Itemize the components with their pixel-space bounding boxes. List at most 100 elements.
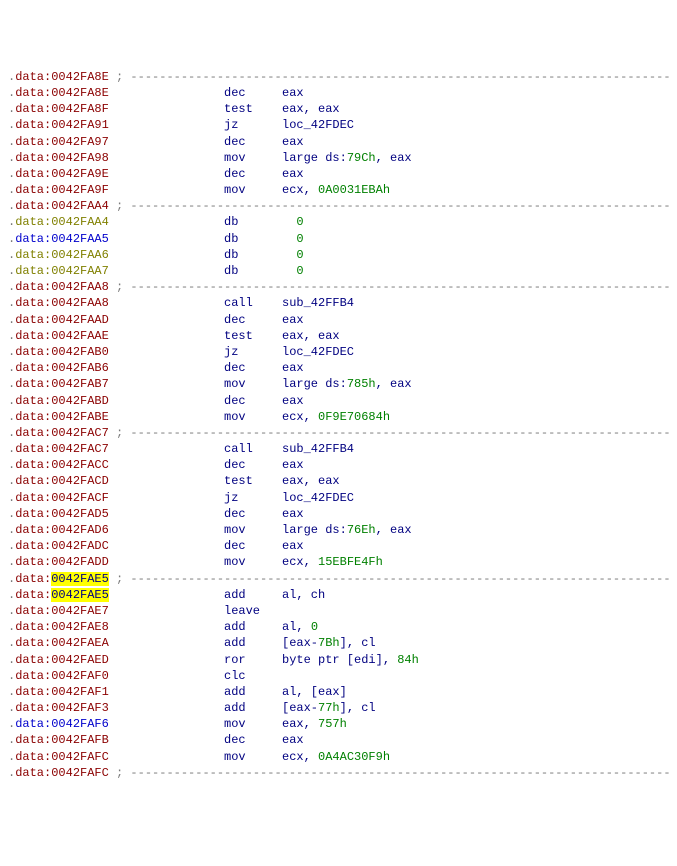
operand: eax bbox=[282, 135, 304, 149]
asm-line[interactable]: .data:0042FAA8callsub_42FFB4 bbox=[8, 295, 669, 311]
address[interactable]: 0042FABE bbox=[51, 410, 109, 424]
asm-line[interactable]: .data:0042FA97deceax bbox=[8, 134, 669, 150]
asm-line[interactable]: .data:0042FACCdeceax bbox=[8, 457, 669, 473]
segment-prefix: data:0042FAC7 bbox=[15, 426, 109, 440]
asm-line[interactable]: .data:0042FA91jzloc_42FDEC bbox=[8, 117, 669, 133]
address[interactable]: 0042FAB0 bbox=[51, 345, 109, 359]
asm-line[interactable]: .data:0042FAADdeceax bbox=[8, 312, 669, 328]
address[interactable]: 0042FACF bbox=[51, 491, 109, 505]
asm-line[interactable]: .data:0042FAAEtesteax, eax bbox=[8, 328, 669, 344]
address[interactable]: 0042FA91 bbox=[51, 118, 109, 132]
asm-line[interactable]: .data:0042FAEDrorbyte ptr [edi], 84h bbox=[8, 652, 669, 668]
address[interactable]: 0042FAC7 bbox=[51, 442, 109, 456]
address[interactable]: 0042FAA7 bbox=[51, 264, 109, 278]
asm-line[interactable]: .data:0042FAFCmovecx, 0A4AC30F9h bbox=[8, 749, 669, 765]
asm-line[interactable]: .data:0042FA9Edeceax bbox=[8, 166, 669, 182]
asm-line[interactable]: .data:0042FAD6movlarge ds:76Eh, eax bbox=[8, 522, 669, 538]
asm-line[interactable]: .data:0042FADCdeceax bbox=[8, 538, 669, 554]
asm-line[interactable]: .data:0042FAE8addal, 0 bbox=[8, 619, 669, 635]
asm-line[interactable]: .data:0042FAB0jzloc_42FDEC bbox=[8, 344, 669, 360]
address[interactable]: 0042FAD5 bbox=[51, 507, 109, 521]
address[interactable]: 0042FA98 bbox=[51, 151, 109, 165]
separator-comment: ; --------------------------------------… bbox=[109, 280, 671, 294]
address[interactable]: 0042FA8E bbox=[51, 70, 109, 84]
segment-prefix: data:0042FAFC bbox=[15, 750, 109, 764]
address[interactable]: 0042FAF6 bbox=[51, 717, 109, 731]
mnemonic: dec bbox=[224, 506, 282, 522]
address[interactable]: 0042FAF0 bbox=[51, 669, 109, 683]
address[interactable]: 0042FADD bbox=[51, 555, 109, 569]
asm-line[interactable]: .data:0042FA8Edeceax bbox=[8, 85, 669, 101]
mnemonic: add bbox=[224, 587, 282, 603]
dot: . bbox=[8, 669, 15, 683]
address[interactable]: 0042FAA8 bbox=[51, 296, 109, 310]
address[interactable]: 0042FA8F bbox=[51, 102, 109, 116]
asm-line[interactable]: .data:0042FAA4db 0 bbox=[8, 214, 669, 230]
address[interactable]: 0042FAB6 bbox=[51, 361, 109, 375]
address[interactable]: 0042FACC bbox=[51, 458, 109, 472]
address[interactable]: 0042FADC bbox=[51, 539, 109, 553]
asm-line[interactable]: .data:0042FAC7 ; -----------------------… bbox=[8, 425, 669, 441]
asm-line[interactable]: .data:0042FAF1addal, [eax] bbox=[8, 684, 669, 700]
asm-line[interactable]: .data:0042FA8E ; -----------------------… bbox=[8, 69, 669, 85]
address[interactable]: 0042FAD6 bbox=[51, 523, 109, 537]
asm-line[interactable]: .data:0042FABDdeceax bbox=[8, 393, 669, 409]
asm-line[interactable]: .data:0042FAA5db 0 bbox=[8, 231, 669, 247]
segment-prefix: data:0042FABD bbox=[15, 394, 109, 408]
address[interactable]: 0042FAA5 bbox=[51, 232, 109, 246]
address[interactable]: 0042FAAE bbox=[51, 329, 109, 343]
segment-prefix: data:0042FA98 bbox=[15, 151, 109, 165]
address[interactable]: 0042FAB7 bbox=[51, 377, 109, 391]
operand: eax, bbox=[282, 717, 318, 731]
address[interactable]: 0042FAFB bbox=[51, 733, 109, 747]
address[interactable]: 0042FAED bbox=[51, 653, 109, 667]
asm-line[interactable]: .data:0042FAC7callsub_42FFB4 bbox=[8, 441, 669, 457]
asm-line[interactable]: .data:0042FAE7leave bbox=[8, 603, 669, 619]
asm-line[interactable]: .data:0042FADDmovecx, 15EBFE4Fh bbox=[8, 554, 669, 570]
asm-line[interactable]: .data:0042FAA4 ; -----------------------… bbox=[8, 198, 669, 214]
mnemonic: dec bbox=[224, 312, 282, 328]
asm-line[interactable]: .data:0042FAE5addal, ch bbox=[8, 587, 669, 603]
asm-line[interactable]: .data:0042FAEAadd[eax-7Bh], cl bbox=[8, 635, 669, 651]
asm-line[interactable]: .data:0042FAA7db 0 bbox=[8, 263, 669, 279]
asm-line[interactable]: .data:0042FAB7movlarge ds:785h, eax bbox=[8, 376, 669, 392]
asm-line[interactable]: .data:0042FAA8 ; -----------------------… bbox=[8, 279, 669, 295]
address[interactable]: 0042FAE5 bbox=[51, 572, 109, 586]
address[interactable]: 0042FAAD bbox=[51, 313, 109, 327]
asm-line[interactable]: .data:0042FA98movlarge ds:79Ch, eax bbox=[8, 150, 669, 166]
asm-line[interactable]: .data:0042FAD5deceax bbox=[8, 506, 669, 522]
asm-line[interactable]: .data:0042FA8Ftesteax, eax bbox=[8, 101, 669, 117]
address[interactable]: 0042FAE8 bbox=[51, 620, 109, 634]
address[interactable]: 0042FAF1 bbox=[51, 685, 109, 699]
address[interactable]: 0042FABD bbox=[51, 394, 109, 408]
address[interactable]: 0042FA9F bbox=[51, 183, 109, 197]
asm-line[interactable]: .data:0042FAFC ; -----------------------… bbox=[8, 765, 669, 781]
address[interactable]: 0042FA9E bbox=[51, 167, 109, 181]
address[interactable]: 0042FAEA bbox=[51, 636, 109, 650]
operand-immediate: 785h bbox=[347, 377, 376, 391]
address[interactable]: 0042FAC7 bbox=[51, 426, 109, 440]
address[interactable]: 0042FAA6 bbox=[51, 248, 109, 262]
asm-line[interactable]: .data:0042FAF6moveax, 757h bbox=[8, 716, 669, 732]
address[interactable]: 0042FAFC bbox=[51, 750, 109, 764]
asm-line[interactable]: .data:0042FAE5 ; -----------------------… bbox=[8, 571, 669, 587]
address[interactable]: 0042FAF3 bbox=[51, 701, 109, 715]
address[interactable]: 0042FAFC bbox=[51, 766, 109, 780]
address[interactable]: 0042FAA4 bbox=[51, 199, 109, 213]
address[interactable]: 0042FAE7 bbox=[51, 604, 109, 618]
asm-line[interactable]: .data:0042FA9Fmovecx, 0A0031EBAh bbox=[8, 182, 669, 198]
asm-line[interactable]: .data:0042FAF3add[eax-77h], cl bbox=[8, 700, 669, 716]
address[interactable]: 0042FAA8 bbox=[51, 280, 109, 294]
asm-line[interactable]: .data:0042FAFBdeceax bbox=[8, 732, 669, 748]
address[interactable]: 0042FA8E bbox=[51, 86, 109, 100]
asm-line[interactable]: .data:0042FACFjzloc_42FDEC bbox=[8, 490, 669, 506]
asm-line[interactable]: .data:0042FACDtesteax, eax bbox=[8, 473, 669, 489]
address[interactable]: 0042FAA4 bbox=[51, 215, 109, 229]
address[interactable]: 0042FAE5 bbox=[51, 588, 109, 602]
asm-line[interactable]: .data:0042FAB6deceax bbox=[8, 360, 669, 376]
address[interactable]: 0042FACD bbox=[51, 474, 109, 488]
asm-line[interactable]: .data:0042FABEmovecx, 0F9E70684h bbox=[8, 409, 669, 425]
address[interactable]: 0042FA97 bbox=[51, 135, 109, 149]
asm-line[interactable]: .data:0042FAA6db 0 bbox=[8, 247, 669, 263]
asm-line[interactable]: .data:0042FAF0clc bbox=[8, 668, 669, 684]
